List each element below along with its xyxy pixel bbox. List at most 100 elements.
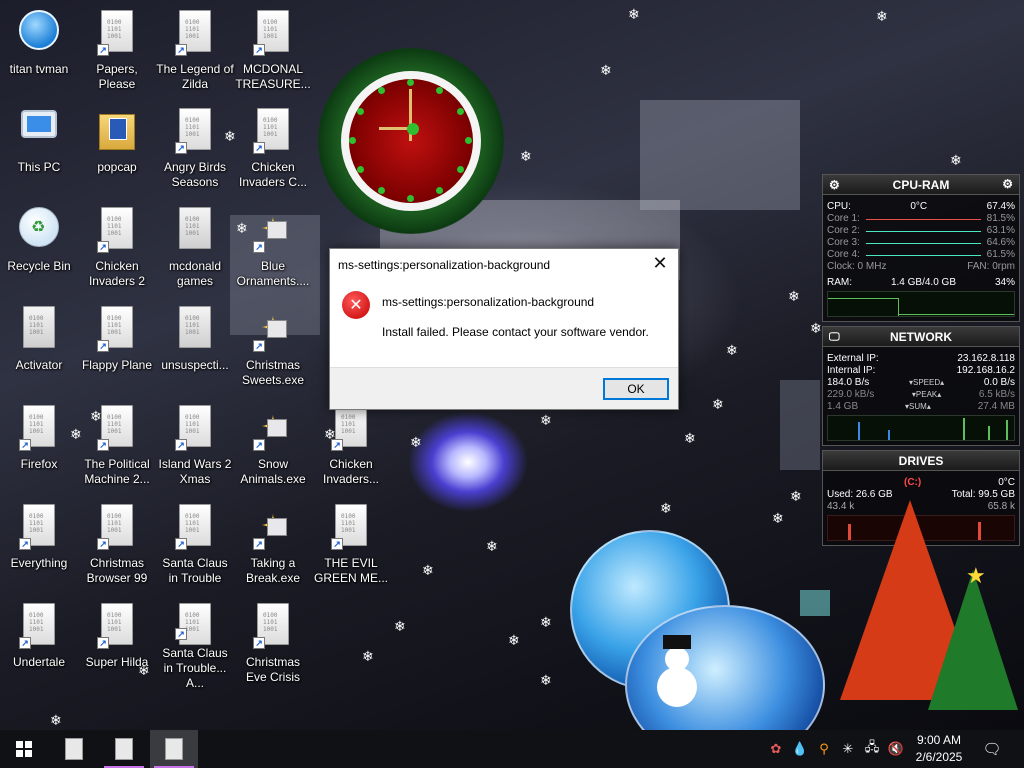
- ram-graph: [827, 291, 1015, 317]
- error-icon: ✕: [342, 291, 370, 319]
- taskbar-app-3[interactable]: [150, 730, 198, 768]
- star-icon: ★: [966, 564, 986, 589]
- snowflake-decoration: ❄: [772, 511, 784, 527]
- desktop-icon-label: unsuspecti...: [161, 358, 229, 372]
- cpu-ram-gadget[interactable]: ⚙ CPU-RAM ⚙ CPU: 0°C 67.4% Core 1: 81.5% C…: [822, 174, 1020, 322]
- volume-muted-icon[interactable]: 🔇: [886, 730, 906, 768]
- speed-row: 184.0 B/s ▾SPEED▴ 0.0 B/s: [827, 377, 1015, 388]
- desktop-icon-label: Christmas Sweets.exe: [241, 358, 305, 387]
- snowflake-decoration: ❄: [540, 615, 552, 631]
- ornament-exe-icon: ✦↗: [253, 405, 293, 451]
- snowflake-decoration: ❄: [520, 149, 532, 165]
- desktop-icon-angry-birds-seasons[interactable]: ↗ Angry Birds Seasons: [156, 100, 234, 196]
- snowflake-decoration: ❄: [362, 649, 374, 665]
- desktop-icon-label: MCDONAL TREASURE...: [235, 62, 311, 91]
- clock-date: 2/6/2025: [915, 750, 963, 764]
- desktop-icon-the-legend-of-zilda[interactable]: ↗ The Legend of Zilda: [156, 2, 234, 98]
- desktop-icon-this-pc[interactable]: This PC: [0, 100, 78, 196]
- gear-icon-right[interactable]: ⚙: [1002, 174, 1013, 194]
- program-file-icon: ↗: [97, 306, 137, 352]
- desktop-icon-titan-tvman[interactable]: titan tvman: [0, 2, 78, 98]
- program-file-icon: ↗: [175, 108, 215, 154]
- cpu-row: CPU: 0°C 67.4%: [827, 201, 1015, 212]
- core-row: Core 2: 63.1%: [827, 225, 1015, 236]
- desktop-icon-label: mcdonald games: [168, 259, 222, 288]
- notification-icon[interactable]: 🗨: [980, 730, 1004, 768]
- desktop-icon-santa-claus-in-trouble[interactable]: ↗ Santa Claus in Trouble: [156, 496, 234, 592]
- desktop-icon-taking-a-break-exe[interactable]: ✦↗ Taking a Break.exe: [234, 496, 312, 592]
- program-file-icon: ↗: [19, 405, 59, 451]
- desktop-icon-chicken-invaders-c[interactable]: ↗ Chicken Invaders C...: [234, 100, 312, 196]
- clock-hour-marker: [378, 187, 385, 195]
- ornament-exe-icon: ✦↗: [253, 306, 293, 352]
- desktop-icon-label: This PC: [17, 160, 61, 174]
- desktop-icon-chicken-invaders[interactable]: ↗ Chicken Invaders...: [312, 397, 390, 493]
- desktop-icon-the-evil-green-me[interactable]: ↗ THE EVIL GREEN ME...: [312, 496, 390, 592]
- desktop-icon-activator[interactable]: Activator: [0, 298, 78, 394]
- desktop-icon-flappy-plane[interactable]: ↗ Flappy Plane: [78, 298, 156, 394]
- snowflake-decoration: ❄: [712, 397, 724, 413]
- sum-row: 1.4 GB ▾SUM▴ 27.4 MB: [827, 401, 1015, 412]
- snowflake-decoration: ❄: [810, 321, 822, 337]
- desktop-icon-christmas-browser-99[interactable]: ↗ Christmas Browser 99: [78, 496, 156, 592]
- desktop-icon-popcap[interactable]: popcap: [78, 100, 156, 196]
- desktop-icon-snow-animals-exe[interactable]: ✦↗ Snow Animals.exe: [234, 397, 312, 493]
- desktop-icon-christmas-eve-crisis[interactable]: ↗ Christmas Eve Crisis: [234, 595, 312, 691]
- network-icon[interactable]: 🖧: [862, 730, 882, 768]
- desktop-icon-santa-claus-in-trouble-a[interactable]: ↗Santa Claus in Trouble... A...: [156, 595, 234, 691]
- file-icon: [175, 207, 215, 253]
- desktop-icon-the-political-machine-2[interactable]: ↗ The Political Machine 2...: [78, 397, 156, 493]
- gear-icon[interactable]: ⚙: [829, 175, 840, 195]
- taskbar-app-1[interactable]: [50, 730, 98, 768]
- desktop-icon-firefox[interactable]: ↗ Firefox: [0, 397, 78, 493]
- program-file-icon: ↗: [175, 405, 215, 451]
- network-title: 🖵 NETWORK: [823, 327, 1019, 347]
- snowflake-decoration: ❄: [508, 633, 520, 649]
- snowflake-decoration: ❄: [684, 431, 696, 447]
- network-gadget[interactable]: 🖵 NETWORK External IP: 23.162.8.118 Inter…: [822, 326, 1020, 446]
- snowflake-decoration: ❄: [790, 489, 802, 505]
- ok-button[interactable]: OK: [603, 378, 669, 400]
- ram-row: RAM: 1.4 GB/4.0 GB 34%: [827, 277, 1015, 288]
- dialog-heading: ms-settings:personalization-background: [382, 295, 595, 309]
- desktop-icon-label: Chicken Invaders C...: [238, 160, 308, 189]
- desktop-icon-island-wars-2-xmas[interactable]: ↗ Island Wars 2 Xmas: [156, 397, 234, 493]
- desktop-icon-mcdonald-games[interactable]: mcdonald games: [156, 199, 234, 295]
- desktop-icon-label: Flappy Plane: [81, 358, 153, 372]
- desktop-icon-chicken-invaders-2[interactable]: ↗ Chicken Invaders 2: [78, 199, 156, 295]
- desktop-icon-blue-ornaments[interactable]: ✦↗ Blue Ornaments....: [234, 199, 312, 295]
- snowflake-decoration: ❄: [628, 7, 640, 23]
- core-row: Core 3: 64.6%: [827, 237, 1015, 248]
- search-tray-icon[interactable]: ⚲: [814, 730, 834, 768]
- desktop-icon-label: Super Hilda: [85, 655, 149, 669]
- close-icon[interactable]: ✕: [650, 253, 670, 274]
- snowflake-decoration: ❄: [600, 63, 612, 79]
- internal-ip-row: Internal IP: 192.168.16.2: [827, 365, 1015, 376]
- desktop-icon-super-hilda[interactable]: ↗ Super Hilda: [78, 595, 156, 691]
- program-file-icon: ↗: [97, 405, 137, 451]
- desktop-icon-label: Undertale: [12, 655, 66, 669]
- desktop-icon-unsuspecti[interactable]: unsuspecti...: [156, 298, 234, 394]
- taskbar-app-2[interactable]: [100, 730, 148, 768]
- start-button[interactable]: [0, 730, 48, 768]
- taskbar-clock[interactable]: 9:00 AM 2/6/2025: [908, 732, 970, 766]
- desktop-icon-recycle-bin[interactable]: ♻ Recycle Bin: [0, 199, 78, 295]
- desktop-icon-mcdonal-treasure[interactable]: ↗ MCDONAL TREASURE...: [234, 2, 312, 98]
- network-graph: [827, 415, 1015, 441]
- desktop-icon-undertale[interactable]: ↗ Undertale: [0, 595, 78, 691]
- program-file-icon: ↗: [253, 10, 293, 56]
- program-file-icon: ↗: [97, 10, 137, 56]
- snowflake-icon[interactable]: ✳: [838, 730, 858, 768]
- app-icon: [19, 10, 59, 56]
- desktop-icon-everything[interactable]: ↗ Everything: [0, 496, 78, 592]
- christmas-tree-small: [928, 570, 1018, 710]
- desktop-icon-label: Chicken Invaders...: [322, 457, 380, 486]
- drop-icon[interactable]: 💧: [790, 730, 810, 768]
- desktop-icon-papers-please[interactable]: ↗ Papers, Please: [78, 2, 156, 98]
- program-file-icon: ↗: [97, 504, 137, 550]
- desktop-icon-christmas-sweets-exe[interactable]: ✦↗ Christmas Sweets.exe: [234, 298, 312, 394]
- error-dialog: ms-settings:personalization-background ✕…: [329, 248, 679, 410]
- program-file-icon: ↗: [331, 504, 371, 550]
- computer-icon: [19, 108, 59, 154]
- colorful-tray-icon[interactable]: ✿: [766, 730, 786, 768]
